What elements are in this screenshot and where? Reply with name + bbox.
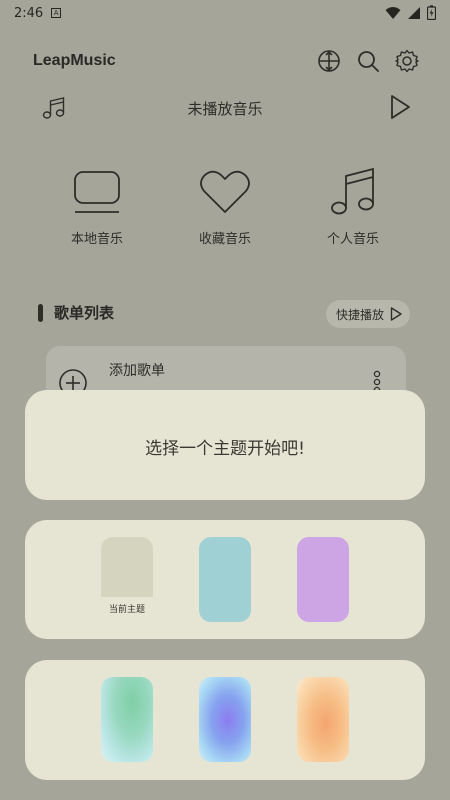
tune-button[interactable] xyxy=(316,48,342,74)
search-button[interactable] xyxy=(355,48,381,74)
quick-item-label: 收藏音乐 xyxy=(198,232,251,247)
quick-play-label: 快捷播放 xyxy=(335,307,384,322)
signal-icon xyxy=(408,6,420,19)
status-time: 2:46 xyxy=(14,5,44,21)
section-title: 歌单列表 xyxy=(54,304,115,322)
theme-swatch-teal[interactable] xyxy=(199,537,251,622)
theme-prompt-card: 选择一个主题开始吧! xyxy=(25,390,425,500)
play-icon xyxy=(390,307,402,321)
section-indicator xyxy=(38,303,43,322)
settings-button[interactable] xyxy=(394,48,420,74)
theme-swatch-green-gradient[interactable] xyxy=(101,677,153,762)
play-button[interactable] xyxy=(388,94,412,120)
notification-icon: A xyxy=(51,8,62,18)
quick-access: 本地音乐 收藏音乐 个人音乐 xyxy=(0,166,450,247)
status-icons xyxy=(385,5,436,20)
battery-icon xyxy=(427,5,436,20)
music-note-icon xyxy=(331,167,374,215)
now-playing-text: 未播放音乐 xyxy=(187,100,263,118)
theme-swatch-orange-gradient[interactable] xyxy=(297,677,349,762)
quick-play-button[interactable]: 快捷播放 xyxy=(325,300,410,328)
now-playing-bar[interactable]: 未播放音乐 xyxy=(0,92,450,124)
status-bar: 2:46 A xyxy=(0,0,450,26)
add-playlist-label: 添加歌单 xyxy=(109,363,165,379)
expand-vertical-icon xyxy=(318,50,340,72)
wifi-icon xyxy=(385,6,401,19)
monitor-icon xyxy=(74,171,120,213)
quick-item-favorites[interactable]: 收藏音乐 xyxy=(175,166,275,247)
heart-icon xyxy=(200,170,250,213)
playlist-section-header: 歌单列表 xyxy=(38,302,114,323)
theme-swatch-purple[interactable] xyxy=(297,537,349,622)
theme-prompt-title: 选择一个主题开始吧! xyxy=(145,439,305,459)
theme-swatch-blue-gradient[interactable] xyxy=(199,677,251,762)
current-theme-label: 当前主题 xyxy=(108,605,145,615)
header-actions xyxy=(316,48,420,74)
theme-gradient-row xyxy=(25,660,425,780)
quick-item-label: 个人音乐 xyxy=(326,232,379,247)
gear-icon xyxy=(395,49,419,73)
app-title: LeapMusic xyxy=(33,52,116,69)
quick-item-local-music[interactable]: 本地音乐 xyxy=(47,166,147,247)
theme-solid-row: 当前主题 xyxy=(25,520,425,639)
theme-swatch-current[interactable] xyxy=(101,537,153,597)
quick-item-personal-music[interactable]: 个人音乐 xyxy=(303,166,403,247)
quick-item-label: 本地音乐 xyxy=(70,232,123,247)
search-icon xyxy=(358,51,379,72)
